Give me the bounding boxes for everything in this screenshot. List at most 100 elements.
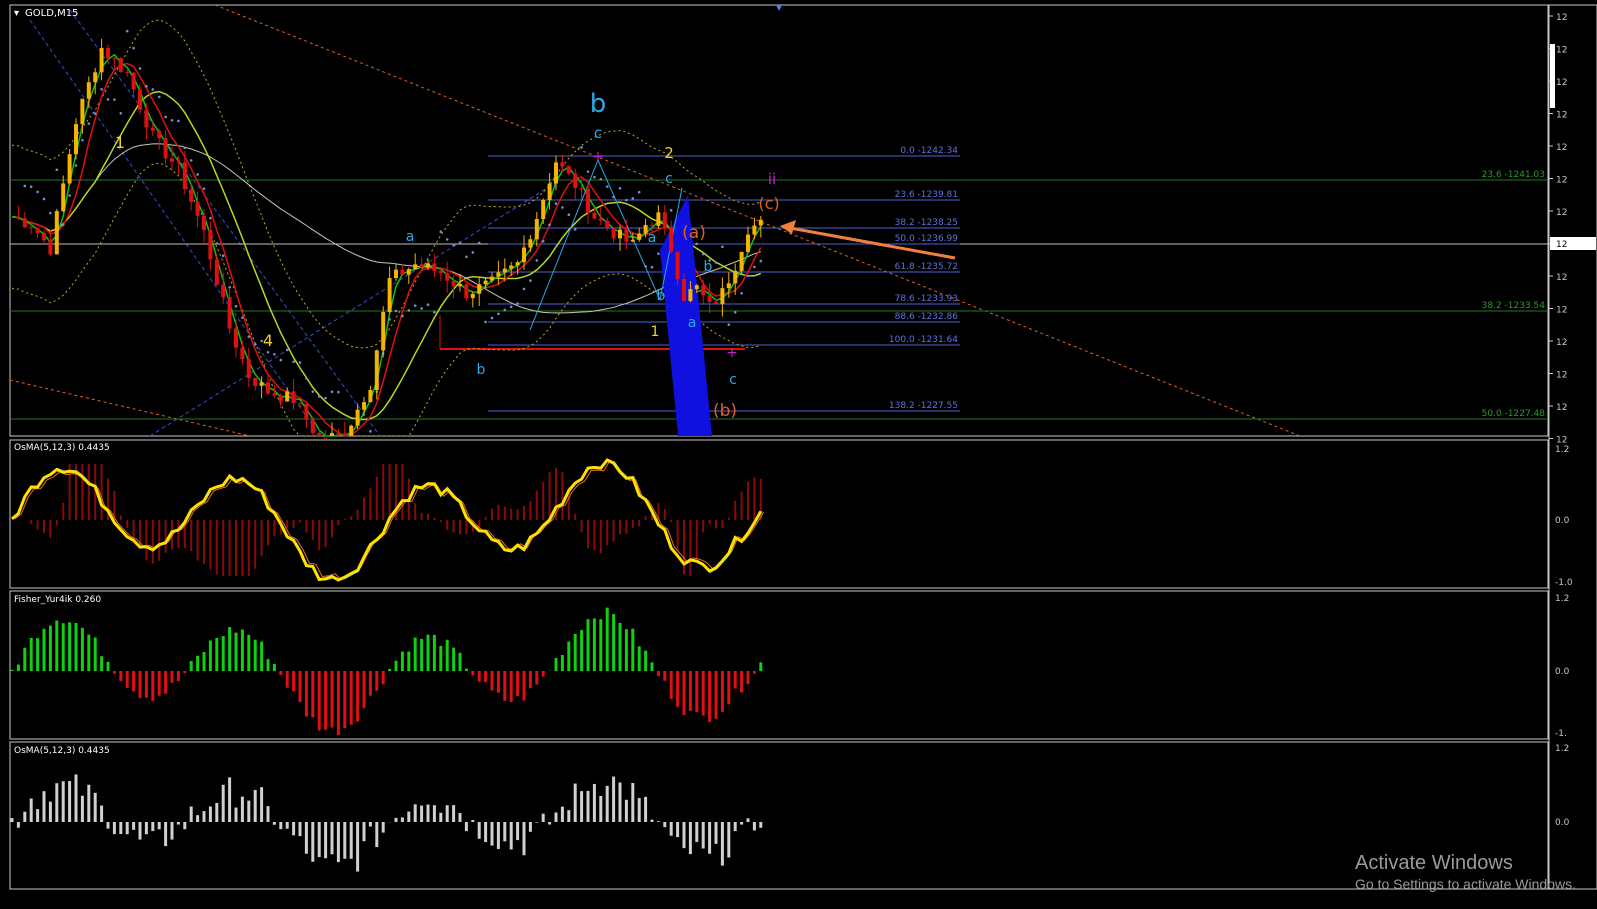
fib-label: 61.8 -1235.72: [895, 262, 958, 272]
sar-dot: [266, 350, 270, 354]
candle-body: [426, 263, 430, 268]
candle-body: [566, 166, 571, 174]
candle-body: [387, 278, 392, 313]
sar-dot: [465, 255, 468, 259]
axis-tick-label: 1.2: [1555, 744, 1569, 754]
sar-dot: [599, 177, 603, 181]
candle-body: [310, 419, 315, 434]
candle-body: [298, 403, 302, 405]
candle-body: [240, 347, 245, 359]
sar-dot: [209, 216, 212, 220]
candle-body: [368, 389, 373, 403]
candle-body: [720, 288, 725, 304]
sar-dot: [727, 323, 731, 326]
candle-body: [477, 284, 482, 294]
fisher-panel[interactable]: Fisher_Yur4ik 0.260: [9, 590, 1549, 740]
candle-body: [464, 284, 469, 299]
candle-body: [758, 219, 763, 226]
sar-dot: [605, 185, 609, 188]
sar-dot: [497, 312, 500, 316]
main-price-panel[interactable]: 23.6 -1241.03 38.2 -1233.54 50.0 -1227.48 0…: [9, 3, 1549, 439]
sar-dot: [324, 396, 327, 400]
sar-dot: [93, 112, 97, 115]
pivot-marker: +: [592, 149, 604, 165]
price-axis[interactable]: 1212121212121212121212121212121.20.0-1.0…: [1548, 4, 1597, 890]
candle-body: [349, 425, 354, 436]
candle-body: [598, 218, 603, 221]
candle-body: [208, 229, 213, 260]
candle-body: [214, 259, 219, 285]
sar-dot: [433, 310, 436, 314]
candle-body: [490, 276, 494, 281]
candle-body: [189, 189, 194, 202]
sar-dot: [221, 254, 225, 257]
axis-tick-label: 12: [1556, 13, 1567, 23]
watermark-line2: Go to Settings to activate Windows.: [1355, 876, 1576, 892]
candle-body: [624, 229, 629, 242]
wave-label: 1: [115, 133, 125, 152]
fib-label: 50.0 -1236.99: [895, 234, 959, 244]
sar-dot: [311, 390, 315, 393]
candle-body: [522, 247, 526, 263]
sar-dot: [177, 119, 180, 123]
sar-dot: [753, 265, 756, 269]
current-price-label: 12: [1556, 240, 1567, 250]
sar-dot: [529, 279, 532, 282]
candle-body: [150, 127, 155, 131]
axis-tick-label: 12: [1556, 403, 1567, 413]
candle-body: [413, 264, 418, 270]
candle-body: [714, 301, 718, 304]
sar-dot: [119, 111, 123, 115]
candle-body: [259, 382, 264, 386]
fib-label: 138.2 -1227.55: [889, 401, 958, 411]
candle-body: [170, 158, 174, 162]
candle-body: [342, 433, 347, 436]
sar-dot: [170, 119, 174, 122]
sar-dot: [477, 241, 481, 245]
sar-dot: [157, 95, 161, 99]
sar-dot: [407, 309, 411, 312]
axis-tick-label: -1.: [1555, 729, 1567, 739]
candle-body: [400, 269, 405, 275]
axis-tick-label: 12: [1556, 143, 1567, 153]
sar-dot: [701, 252, 705, 256]
wave-label: c: [594, 124, 602, 142]
trading-chart[interactable]: 23.6 -1241.03 38.2 -1233.54 50.0 -1227.48 0…: [0, 0, 1597, 909]
candle-body: [650, 224, 654, 226]
sar-dot: [522, 287, 526, 291]
sar-dot: [68, 194, 71, 197]
axis-tick-label: 1.2: [1555, 594, 1569, 604]
candle-body: [605, 220, 610, 228]
candle-body: [419, 264, 424, 268]
osma-histogram-panel[interactable]: OsMA(5,12,3) 0.4435: [9, 741, 1549, 890]
sar-dot: [388, 318, 391, 321]
axis-tick-label: 12: [1556, 111, 1567, 121]
candle-body: [202, 215, 206, 230]
candle-body: [74, 124, 78, 155]
sar-dot: [61, 223, 65, 227]
candle-body: [16, 216, 21, 219]
candle-body: [515, 262, 520, 266]
candle-body: [451, 280, 456, 287]
candle-body: [112, 58, 117, 60]
candle-body: [688, 289, 693, 301]
axis-scroll-thumb[interactable]: [1550, 44, 1555, 108]
candle-body: [739, 251, 744, 271]
fisher-title: Fisher_Yur4ik 0.260: [14, 595, 101, 605]
axis-tick-label: 12: [1556, 78, 1567, 88]
green-fib-label: 23.6 -1241.03: [1482, 170, 1545, 180]
axis-tick-label: 12: [1556, 273, 1567, 283]
wave-label: (b): [713, 401, 737, 421]
candle-body: [682, 278, 686, 301]
sar-dot: [541, 240, 545, 243]
axis-tick-label: 12: [1556, 436, 1567, 446]
candle-body: [746, 234, 750, 252]
candle-body: [528, 239, 533, 248]
wave-label: ii: [768, 170, 776, 188]
sar-dot: [516, 302, 519, 305]
sar-dot: [740, 291, 743, 295]
sar-dot: [618, 186, 622, 190]
sar-dot: [49, 211, 52, 215]
osma-panel[interactable]: OsMA(5,12,3) 0.4435: [9, 439, 1549, 589]
sar-dot: [29, 185, 33, 189]
